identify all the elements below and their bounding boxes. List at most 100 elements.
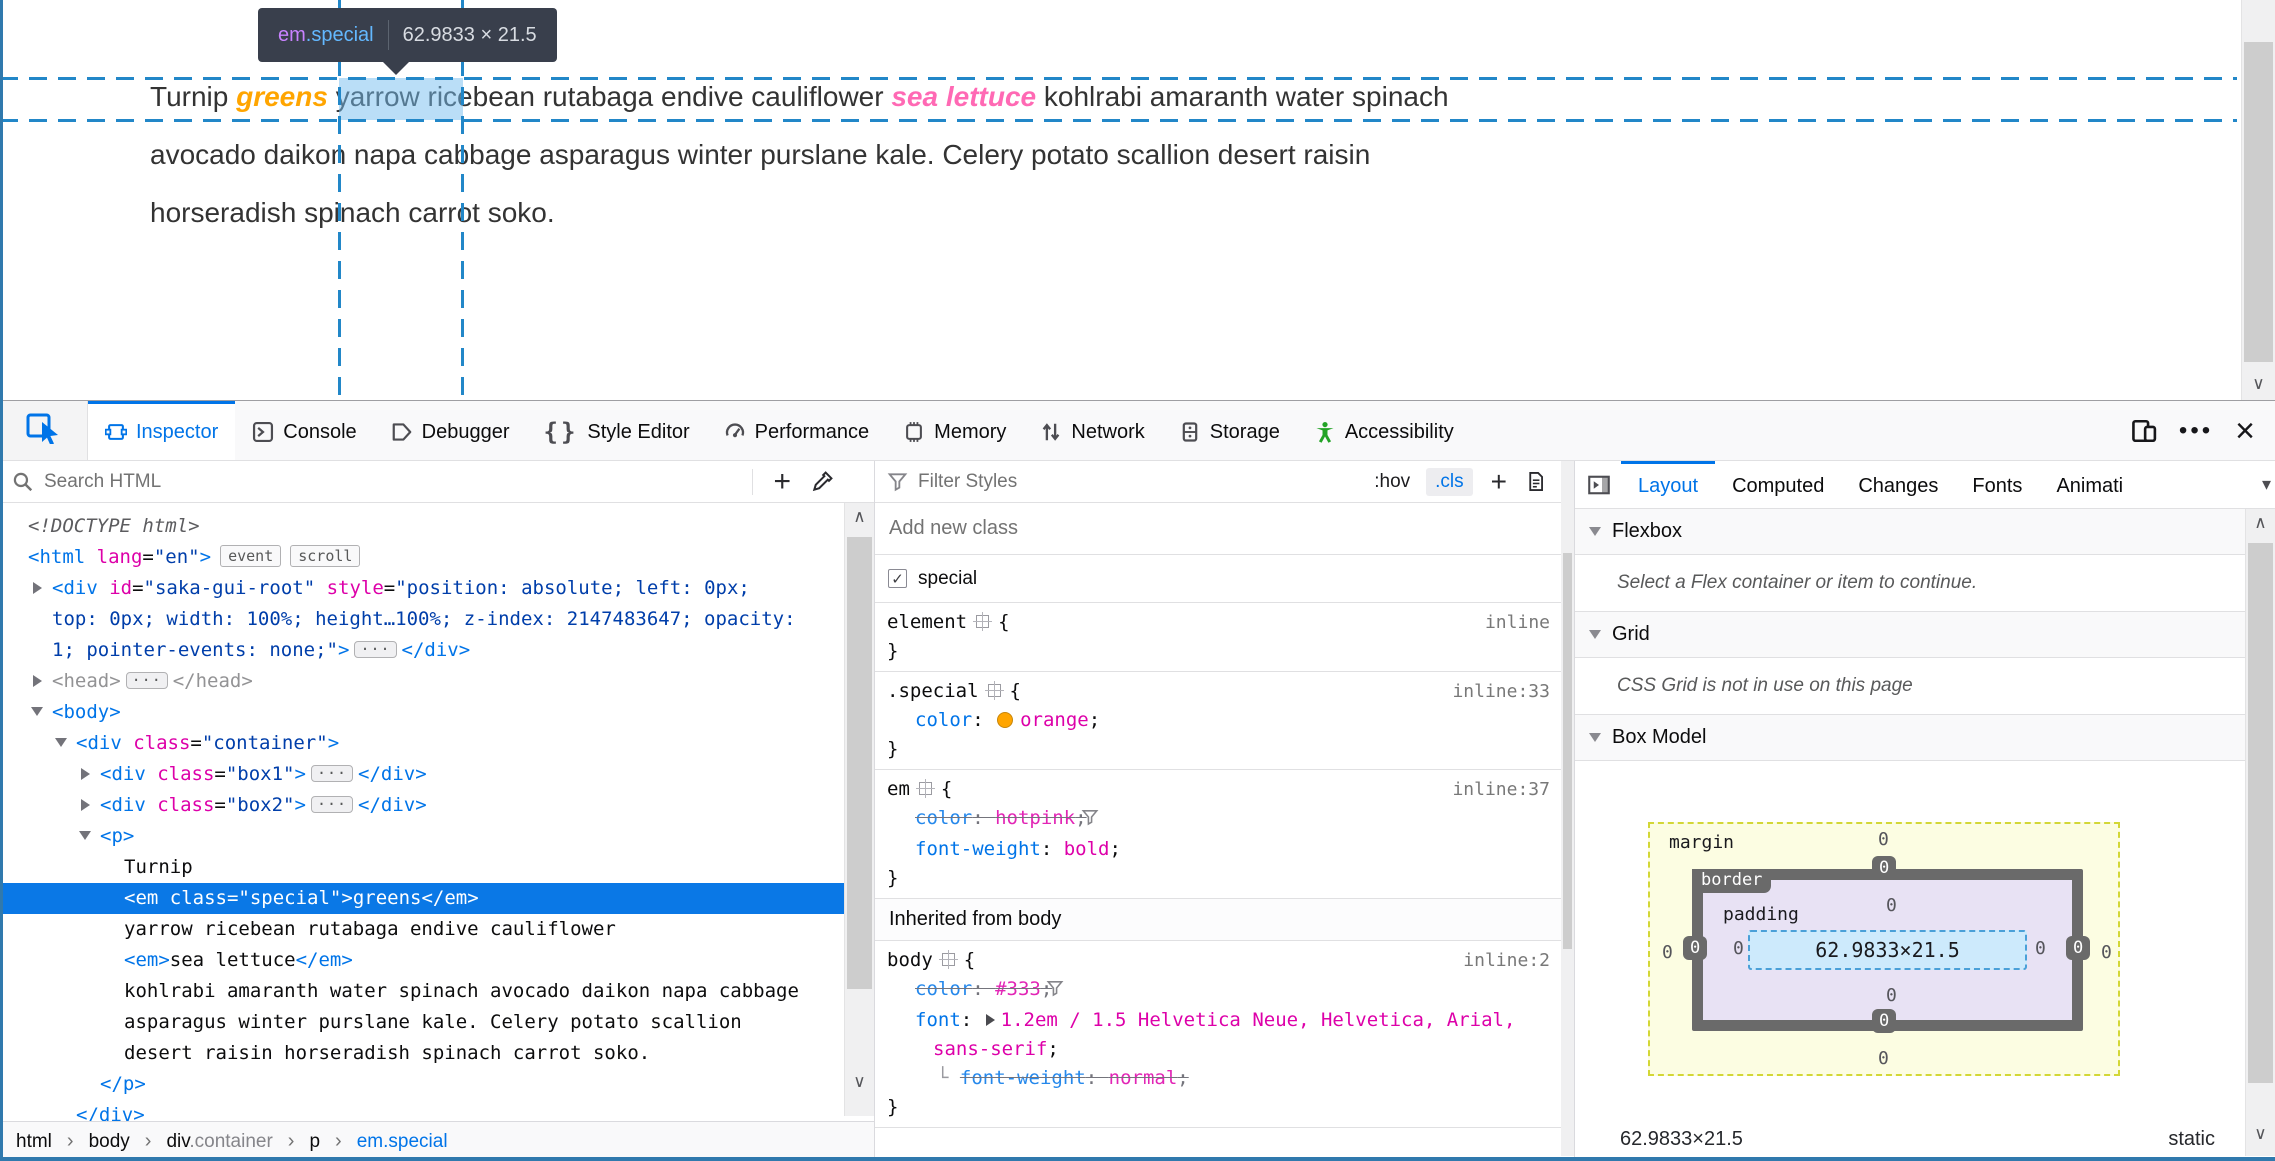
markup-row[interactable]: <body> <box>0 697 874 728</box>
rule-selector[interactable]: .special <box>887 680 979 702</box>
markup-scrollbar-up-icon[interactable]: ∧ <box>845 507 874 527</box>
tab-memory[interactable]: Memory <box>886 401 1023 460</box>
markup-row[interactable]: </p> <box>0 1069 874 1100</box>
markup-row[interactable]: <div class="container"> <box>0 728 874 759</box>
node-badge[interactable]: scroll <box>290 545 361 567</box>
tab-style-editor[interactable]: {} Style Editor <box>527 401 707 460</box>
margin-left-value[interactable]: 0 <box>1662 942 1673 963</box>
markup-row[interactable]: <head> ··· </head> <box>0 666 874 697</box>
add-rule-button[interactable]: + <box>1483 467 1515 495</box>
add-new-class-input[interactable]: Add new class <box>875 503 1574 555</box>
page-scrollbar-down-icon[interactable]: ∨ <box>2242 374 2275 394</box>
border-top-value[interactable]: 0 <box>1872 856 1897 880</box>
markup-row[interactable]: <div id="saka-gui-root" style="position:… <box>0 573 874 604</box>
css-declaration[interactable]: color: orange; <box>887 706 1562 735</box>
twisty-closed-icon[interactable] <box>30 666 52 697</box>
padding-top-value[interactable]: 0 <box>1886 895 1897 916</box>
property-name[interactable]: font <box>915 1009 961 1031</box>
css-declaration[interactable]: color: hotpink; <box>887 804 1562 835</box>
css-declaration[interactable]: font-weight: bold; <box>887 835 1562 864</box>
css-declaration[interactable]: └ font-weight: normal; <box>887 1064 1562 1093</box>
page-scrollbar-thumb[interactable] <box>2244 42 2273 362</box>
margin-right-value[interactable]: 0 <box>2101 942 2112 963</box>
tab-performance[interactable]: Performance <box>707 401 887 460</box>
rule-selector[interactable]: body <box>887 949 933 971</box>
tab-animati[interactable]: Animati <box>2039 461 2140 508</box>
flexbox-section-header[interactable]: Flexbox <box>1575 509 2275 555</box>
twisty-open-icon[interactable] <box>54 728 76 759</box>
markup-row[interactable]: <p> <box>0 821 874 852</box>
border-bottom-value[interactable]: 0 <box>1872 1009 1897 1033</box>
layout-scrollbar-down-icon[interactable]: ∨ <box>2246 1124 2275 1144</box>
markup-row[interactable]: asparagus winter purslane kale. Celery p… <box>0 1007 874 1038</box>
collapsed-ellipsis-badge[interactable]: ··· <box>354 641 397 658</box>
layout-scrollbar[interactable]: ∧ ∨ <box>2245 509 2275 1156</box>
layout-scrollbar-up-icon[interactable]: ∧ <box>2246 513 2275 533</box>
highlight-selector-icon[interactable] <box>915 779 935 798</box>
close-icon[interactable]: × <box>2235 414 2255 448</box>
markup-row[interactable]: Turnip <box>0 852 874 883</box>
create-node-button[interactable]: + <box>763 466 801 496</box>
collapsed-ellipsis-badge[interactable]: ··· <box>310 796 354 813</box>
element-picker-button[interactable] <box>0 401 88 460</box>
rule-selector[interactable]: element <box>887 611 967 633</box>
markup-row[interactable]: yarrow ricebean rutabaga endive cauliflo… <box>0 914 874 945</box>
css-declaration[interactable]: color: #333; <box>887 975 1562 1006</box>
all-tabs-chevron-icon[interactable]: ▾ <box>2262 474 2271 495</box>
property-name[interactable]: color <box>915 709 972 731</box>
print-media-icon[interactable] <box>1525 471 1562 492</box>
tab-accessibility[interactable]: Accessibility <box>1297 401 1471 460</box>
padding-right-value[interactable]: 0 <box>2035 938 2046 959</box>
markup-row[interactable]: <em>sea lettuce</em> <box>0 945 874 976</box>
twisty-open-icon[interactable] <box>78 821 100 852</box>
property-value[interactable]: #333 <box>995 978 1041 1000</box>
markup-scrollbar-down-icon[interactable]: ∨ <box>845 1072 874 1092</box>
box-model-content-box[interactable]: 62.9833×21.5 <box>1748 930 2027 970</box>
grid-section-header[interactable]: Grid <box>1575 612 2275 658</box>
property-value[interactable]: orange <box>1020 709 1089 731</box>
property-name[interactable]: font-weight <box>960 1067 1086 1089</box>
search-html-input[interactable]: Search HTML <box>44 471 742 493</box>
border-left-value[interactable]: 0 <box>1683 936 1708 960</box>
padding-left-value[interactable]: 0 <box>1733 938 1744 959</box>
property-value[interactable]: hotpink <box>995 807 1075 829</box>
rule-source-link[interactable]: inline <box>1485 608 1550 637</box>
markup-row[interactable]: <div class="box1"> ··· </div> <box>0 759 874 790</box>
twisty-open-icon[interactable] <box>30 697 52 728</box>
property-value[interactable]: normal <box>1109 1067 1178 1089</box>
breadcrumb-item[interactable]: em.special <box>357 1131 448 1153</box>
breadcrumb-item[interactable]: body <box>89 1131 130 1153</box>
class-checkbox[interactable]: ✓ <box>888 569 907 588</box>
markup-row[interactable]: 1; pointer-events: none;"> ··· </div> <box>0 635 874 666</box>
markup-scrollbar-thumb[interactable] <box>847 537 872 989</box>
breadcrumb-item[interactable]: div.container <box>166 1131 272 1153</box>
meatball-menu-icon[interactable]: ••• <box>2179 418 2213 442</box>
markup-row[interactable]: <div class="box2"> ··· </div> <box>0 790 874 821</box>
highlight-selector-icon[interactable] <box>938 950 958 969</box>
markup-row[interactable]: <em class="special">greens</em> <box>0 883 874 914</box>
box-model-section-header[interactable]: Box Model <box>1575 715 2275 761</box>
responsive-mode-icon[interactable] <box>2131 418 2157 444</box>
property-value[interactable]: 1.2em / 1.5 Helvetica Neue, Helvetica, A… <box>933 1009 1515 1060</box>
property-name[interactable]: color <box>915 807 972 829</box>
tab-changes[interactable]: Changes <box>1841 461 1955 508</box>
rule-source-link[interactable]: inline:33 <box>1452 677 1550 706</box>
tab-console[interactable]: Console <box>235 401 373 460</box>
markup-row[interactable]: kohlrabi amaranth water spinach avocado … <box>0 976 874 1007</box>
markup-scrollbar[interactable]: ∧ ∨ <box>844 503 874 1116</box>
twisty-closed-icon[interactable] <box>78 790 100 821</box>
page-scrollbar[interactable]: ∨ <box>2241 0 2275 400</box>
expand-shorthand-icon[interactable] <box>985 1014 995 1026</box>
breadcrumb-item[interactable]: html <box>16 1131 52 1153</box>
highlight-selector-icon[interactable] <box>984 681 1004 700</box>
rules-scrollbar-thumb[interactable] <box>1563 553 1572 949</box>
markup-row[interactable]: top: 0px; width: 100%; height…100%; z-in… <box>0 604 874 635</box>
rule-source-link[interactable]: inline:37 <box>1452 775 1550 804</box>
pseudo-class-button[interactable]: :hov <box>1368 468 1416 496</box>
layout-scrollbar-thumb[interactable] <box>2248 543 2273 1083</box>
color-swatch[interactable] <box>997 712 1014 728</box>
property-value[interactable]: bold <box>1064 838 1110 860</box>
breadcrumb-item[interactable]: p <box>309 1131 320 1153</box>
rule-selector[interactable]: em <box>887 778 910 800</box>
highlight-selector-icon[interactable] <box>973 612 993 631</box>
